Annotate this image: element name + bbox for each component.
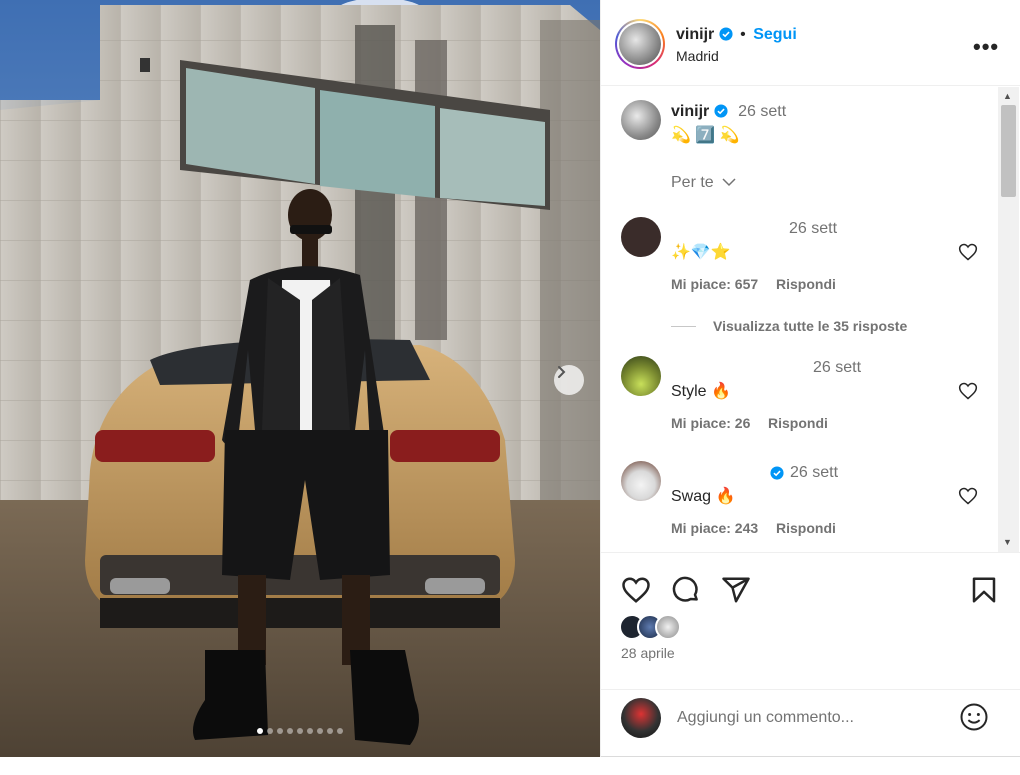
comment-reply-button[interactable]: Rispondi (776, 276, 836, 292)
comment-time[interactable]: 26 sett (790, 464, 838, 482)
carousel-dot (287, 728, 293, 734)
follow-button[interactable]: Segui (753, 26, 797, 43)
comment-avatar[interactable] (621, 461, 661, 501)
view-replies-button[interactable]: Visualizza tutte le 35 risposte (713, 318, 907, 334)
carousel-dot (257, 728, 263, 734)
scroll-down-arrow-icon[interactable]: ▼ (1003, 537, 1012, 547)
per-te-label: Per te (671, 174, 714, 191)
comment-like-icon[interactable] (958, 381, 978, 401)
photo-illustration (0, 0, 600, 757)
carousel-dot (297, 728, 303, 734)
comment-time[interactable]: 26 sett (789, 220, 837, 238)
comment-like-icon[interactable] (958, 242, 978, 262)
comment-icon[interactable] (671, 575, 701, 605)
like-icon[interactable] (621, 575, 651, 605)
caption-time[interactable]: 26 sett (738, 103, 786, 120)
carousel-dot (307, 728, 313, 734)
carousel-dots (0, 728, 600, 734)
current-user-avatar (621, 698, 661, 738)
verified-icon (719, 27, 733, 41)
replies-divider (671, 326, 696, 327)
more-options-button[interactable]: ••• (973, 34, 999, 60)
comments-scrollbar[interactable]: ▲ ▼ (998, 87, 1019, 552)
comment-likes[interactable]: Mi piace: 26 (671, 415, 750, 431)
caption-username-row: vinijr 26 sett (671, 103, 786, 121)
author-username[interactable]: vinijr (676, 26, 714, 43)
carousel-dot (277, 728, 283, 734)
verified-icon (714, 104, 728, 118)
share-icon[interactable] (721, 575, 751, 605)
comment-reply-button[interactable]: Rispondi (776, 520, 836, 536)
caption-username[interactable]: vinijr (671, 103, 709, 120)
comment-reply-button[interactable]: Rispondi (768, 415, 828, 431)
per-te-filter[interactable]: Per te (671, 174, 736, 192)
carousel-dot (317, 728, 323, 734)
post-location[interactable]: Madrid (676, 48, 719, 64)
emoji-icon[interactable] (959, 702, 989, 732)
chevron-right-icon (558, 366, 566, 378)
comment-avatar[interactable] (621, 217, 661, 257)
caption-avatar[interactable] (621, 100, 661, 140)
post-photo[interactable] (0, 0, 600, 757)
comments-list[interactable]: vinijr 26 sett 💫 7️⃣ 💫 Per te 26 sett ✨💎… (601, 87, 1020, 552)
save-icon[interactable] (969, 575, 999, 605)
post-date[interactable]: 28 aprile (621, 645, 675, 661)
verified-icon (770, 466, 784, 480)
scroll-up-arrow-icon[interactable]: ▲ (1003, 91, 1012, 101)
comment-likes[interactable]: Mi piace: 243 (671, 520, 758, 536)
chevron-down-icon (722, 178, 736, 187)
comment-text: ✨💎⭐ (671, 244, 731, 261)
liker-avatar[interactable] (655, 614, 681, 640)
comment-input[interactable] (677, 704, 957, 732)
carousel-dot (267, 728, 273, 734)
post-actions: 28 aprile (601, 552, 1020, 757)
scrollbar-thumb[interactable] (1001, 105, 1016, 197)
comment-likes[interactable]: Mi piace: 657 (671, 276, 758, 292)
post-side-panel: vinijr • Segui Madrid ••• vinijr 26 sett… (600, 0, 1020, 757)
comment-time[interactable]: 26 sett (813, 359, 861, 377)
comment-avatar[interactable] (621, 356, 661, 396)
comment-text: Style 🔥 (671, 383, 731, 400)
comment-like-icon[interactable] (958, 486, 978, 506)
caption-text: 💫 7️⃣ 💫 (671, 127, 740, 144)
carousel-dot (327, 728, 333, 734)
carousel-next-button[interactable] (554, 365, 584, 395)
post-header: vinijr • Segui Madrid ••• (601, 0, 1020, 86)
comment-text: Swag 🔥 (671, 488, 736, 505)
author-username-row: vinijr • Segui (676, 26, 797, 44)
add-comment-bar (601, 689, 1020, 754)
carousel-dot (337, 728, 343, 734)
more-icon: ••• (973, 34, 1000, 59)
post-dialog: vinijr • Segui Madrid ••• vinijr 26 sett… (0, 0, 1020, 757)
author-avatar[interactable] (615, 19, 665, 69)
header-separator: • (740, 26, 746, 43)
